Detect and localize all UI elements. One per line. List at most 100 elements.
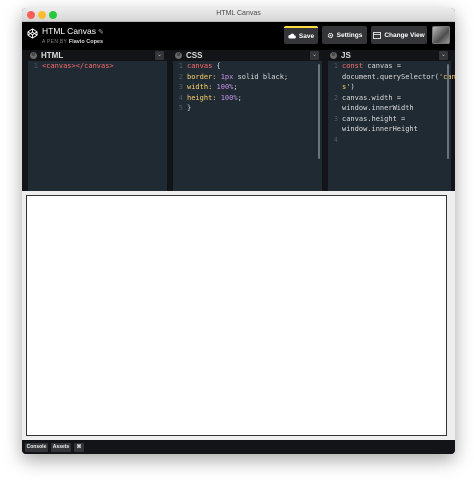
edit-pencil-icon[interactable]: ✎ xyxy=(98,29,104,36)
code-line: 1 const canvas = xyxy=(328,61,451,72)
rendered-canvas[interactable] xyxy=(26,195,447,436)
code-token: border: xyxy=(187,72,221,81)
code-line: document.querySelector('canva xyxy=(328,72,455,83)
console-button[interactable]: Console xyxy=(25,443,48,452)
code-token: canvas.height = xyxy=(342,114,406,123)
save-button[interactable]: Save xyxy=(284,26,318,44)
js-code-editor[interactable]: 1const canvas =document.querySelector('c… xyxy=(328,61,455,191)
code-text: const canvas = xyxy=(342,61,401,72)
code-token: <canvas></canvas> xyxy=(42,62,114,70)
css-panel-menu-chevron-down-icon[interactable]: ⌄ xyxy=(310,51,319,60)
pen-by-label: A PEN BY xyxy=(42,39,68,45)
editor-area: ⚙ HTML ⌄ 1 <canvas></canvas> ⚙ CSS ⌄ 1 can… xyxy=(22,50,455,191)
code-token: canvas.width = xyxy=(342,93,402,102)
css-panel-title: CSS xyxy=(186,51,203,60)
code-text: window.innerHeight xyxy=(342,124,418,135)
html-settings-gear-icon[interactable]: ⚙ xyxy=(30,52,37,59)
code-line: 4 xyxy=(328,135,451,146)
code-line: 2 border: 1px solid black; xyxy=(173,72,322,83)
html-panel-header: ⚙ HTML ⌄ xyxy=(28,50,167,61)
html-panel-menu-chevron-down-icon[interactable]: ⌄ xyxy=(155,51,164,60)
line-number xyxy=(328,103,342,114)
codepen-logo-icon[interactable] xyxy=(27,28,38,39)
line-number xyxy=(328,82,342,93)
pen-header: HTML Canvas ✎ A PEN BY Flavio Copes Save … xyxy=(22,22,455,50)
app-window: HTML Canvas HTML Canvas ✎ A PEN BY Flavio… xyxy=(22,8,455,454)
line-number: 2 xyxy=(333,93,338,102)
code-text: s') xyxy=(342,82,355,93)
css-editor-panel: ⚙ CSS ⌄ 1 canvas {2 border: 1px solid bla… xyxy=(173,50,322,191)
code-line: 5} xyxy=(173,103,322,114)
code-token: ; xyxy=(237,93,242,102)
code-line: 1 <canvas></canvas> xyxy=(28,61,167,72)
code-token: 100% xyxy=(220,93,238,102)
code-text: height: 100%; xyxy=(187,93,242,104)
code-token: { xyxy=(216,62,221,70)
author-link[interactable]: Flavio Copes xyxy=(69,39,103,45)
code-token: solid black; xyxy=(237,72,289,81)
code-token: 1px xyxy=(220,72,238,81)
css-editor-scrollbar[interactable] xyxy=(318,64,320,159)
js-panel-title: JS xyxy=(341,51,351,60)
code-token: window.innerWidth xyxy=(342,104,414,112)
layout-icon xyxy=(373,31,382,39)
code-token: canvas = xyxy=(367,62,402,70)
code-line: window.innerHeight xyxy=(328,124,451,135)
code-text: canvas.height = xyxy=(342,114,405,125)
line-number: 1 xyxy=(33,62,38,70)
line-number: 3 xyxy=(178,83,183,91)
change-view-label: Change View xyxy=(384,31,425,39)
save-label: Save xyxy=(298,32,315,40)
line-number: 1 xyxy=(333,62,338,70)
code-token: canvas xyxy=(187,62,217,70)
settings-button[interactable]: Settings xyxy=(322,26,367,44)
css-code-editor[interactable]: 1 canvas {2 border: 1px solid black; 3 wid… xyxy=(173,61,322,191)
assets-button[interactable]: Assets xyxy=(51,443,71,452)
js-panel-menu-chevron-down-icon[interactable]: ⌄ xyxy=(439,51,448,60)
code-token: ; xyxy=(233,83,238,91)
line-number xyxy=(328,72,342,83)
code-text: border: 1px solid black; xyxy=(187,72,288,83)
code-token: width: xyxy=(187,83,217,91)
code-token: const xyxy=(342,62,368,70)
code-text: canvas.width = xyxy=(342,93,401,104)
pen-title[interactable]: HTML Canvas ✎ xyxy=(42,26,104,36)
code-text: width: 100%; xyxy=(187,82,238,93)
code-line: s') xyxy=(328,82,451,93)
code-line: 4 height: 100%; xyxy=(173,93,322,104)
code-token: height: xyxy=(187,93,221,102)
line-number: 4 xyxy=(333,135,338,144)
window-title: HTML Canvas xyxy=(216,10,261,17)
code-token: ) xyxy=(350,83,355,91)
line-number: 5 xyxy=(178,104,183,112)
settings-label: Settings xyxy=(336,31,363,39)
code-line: 3 width: 100%; xyxy=(173,82,322,93)
js-settings-gear-icon[interactable]: ⚙ xyxy=(330,52,337,59)
js-editor-panel: ⚙ JS ⌄ 1 const canvas = document.querySele… xyxy=(328,50,455,191)
code-text: } xyxy=(187,103,191,114)
line-number: 3 xyxy=(333,114,338,123)
line-number xyxy=(328,124,342,135)
pen-title-text: HTML Canvas xyxy=(42,26,97,36)
gear-icon xyxy=(327,32,333,38)
keyboard-shortcuts-button[interactable]: ⌘ xyxy=(74,443,84,452)
code-line: 3 canvas.height = xyxy=(328,114,451,125)
css-settings-gear-icon[interactable]: ⚙ xyxy=(175,52,182,59)
line-number: 2 xyxy=(178,72,183,81)
html-editor-panel: ⚙ HTML ⌄ 1 <canvas></canvas> xyxy=(28,50,167,191)
html-code-editor[interactable]: 1 <canvas></canvas> xyxy=(28,61,167,191)
code-token: 100% xyxy=(216,83,234,91)
title-bar: HTML Canvas xyxy=(22,8,455,22)
code-text: window.innerWidth xyxy=(342,103,414,114)
css-panel-header: ⚙ CSS ⌄ xyxy=(173,50,322,61)
user-avatar[interactable] xyxy=(432,26,450,44)
js-panel-header: ⚙ JS ⌄ xyxy=(328,50,451,61)
code-token: document.querySelector( xyxy=(342,72,439,81)
js-editor-scrollbar[interactable] xyxy=(447,64,449,159)
change-view-button[interactable]: Change View xyxy=(371,26,427,44)
code-text: document.querySelector('canva xyxy=(342,72,455,83)
code-token: } xyxy=(187,104,192,112)
code-text: canvas { xyxy=(187,61,221,72)
code-line: 2 canvas.width = xyxy=(328,93,451,104)
code-token: window.innerHeight xyxy=(342,125,418,133)
